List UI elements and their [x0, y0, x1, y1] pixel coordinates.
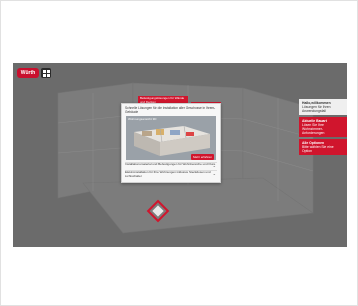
- modal-header[interactable]: Schnelle Lösungen für die Installation a…: [125, 106, 217, 115]
- page-frame: Würth Hallo,willkommen Lösungen für Ihre…: [0, 0, 358, 306]
- right-nav-current-subtitle: Lösen Sie Ihre Wohnzimmer-Anforderungen: [302, 123, 325, 135]
- right-nav-current[interactable]: Aktuelle Bauart Lösen Sie Ihre Wohnzimme…: [299, 117, 347, 137]
- more-info-label: Mehr erfahren: [193, 155, 212, 159]
- info-modal: Schnelle Lösungen für die Installation a…: [121, 103, 221, 183]
- right-nav: Hallo,willkommen Lösungen für Ihren Anwe…: [299, 99, 347, 157]
- brand-logo[interactable]: Würth: [17, 68, 39, 78]
- modal-row-2[interactable]: Elektroinstallation für Ihre Wohnungen i…: [125, 170, 217, 178]
- right-nav-welcome-subtitle: Lösungen für Ihren Anwendungsfall: [302, 105, 331, 113]
- right-nav-welcome[interactable]: Hallo,willkommen Lösungen für Ihren Anwe…: [299, 99, 347, 115]
- brand-logo-text: Würth: [20, 70, 36, 76]
- right-nav-options-subtitle: Bitte wählen Sie eine Option: [302, 145, 334, 153]
- more-info-button[interactable]: Mehr erfahren: [191, 154, 214, 160]
- grid-menu-icon[interactable]: [41, 68, 51, 78]
- chevron-down-icon: ⌄: [212, 163, 216, 168]
- modal-header-text: Schnelle Lösungen für die Installation a…: [125, 106, 215, 114]
- modal-row-1-text: Installationsmaterial und Befestigungen …: [125, 162, 216, 166]
- modal-row-1[interactable]: Installationsmaterial und Befestigungen …: [125, 162, 217, 170]
- modal-row-2-text: Elektroinstallation für Ihre Wohnungen i…: [125, 170, 211, 178]
- chevron-up-icon: ⌃: [212, 107, 216, 112]
- grid-icon: [42, 69, 50, 77]
- right-nav-options[interactable]: Alle Optionen Bitte wählen Sie eine Opti…: [299, 139, 347, 155]
- image-label: Wohnungsansicht 3D: [128, 117, 157, 121]
- chevron-down-icon: ⌄: [212, 171, 216, 176]
- 3d-viewport[interactable]: Würth Hallo,willkommen Lösungen für Ihre…: [13, 63, 347, 247]
